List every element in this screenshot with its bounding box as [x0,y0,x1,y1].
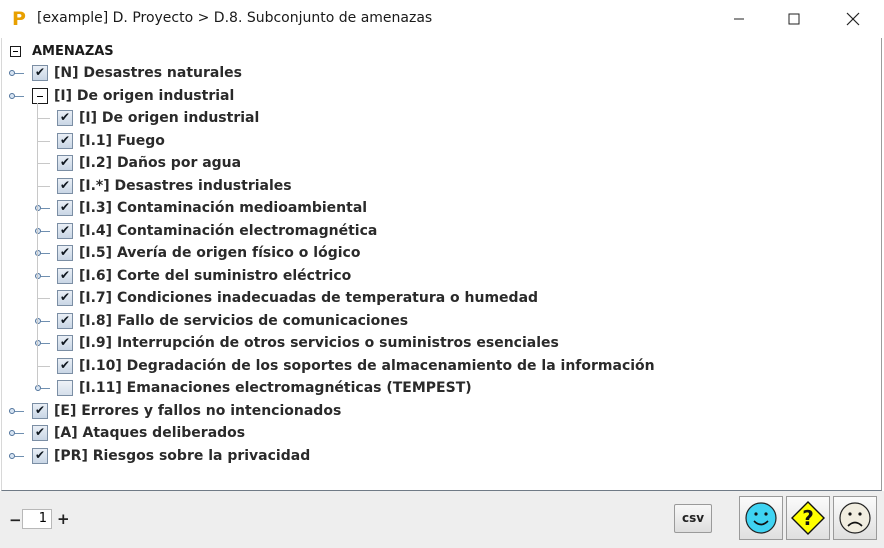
tree-connector [41,343,50,344]
checkbox-checked[interactable] [57,357,73,374]
tree-node-label: [I.5] Avería de origen físico o lógico [79,245,361,261]
tree-child-node[interactable]: [I.8] Fallo de servicios de comunicacion… [35,310,409,332]
minimize-icon [734,18,744,20]
maximize-button[interactable] [771,0,817,38]
close-icon [846,12,860,26]
tree-child-node[interactable]: [I.*] Desastres industriales [37,175,292,197]
tree-child-node[interactable]: [I.11] Emanaciones electromagnéticas (TE… [35,377,472,399]
collapse-icon[interactable] [32,87,48,104]
accept-button[interactable] [739,496,783,540]
checkbox-checked[interactable] [57,222,73,239]
tree-node[interactable]: [E] Errores y fallos no intencionados [9,400,342,422]
tree-child-node[interactable]: [I.6] Corte del suministro eléctrico [35,265,352,287]
checkbox-unchecked[interactable] [57,380,73,396]
tree-child-node[interactable]: [I.2] Daños por agua [37,152,242,174]
app-logo-icon: P [12,8,26,30]
tree-connector [41,320,50,322]
zoom-increase-button[interactable]: + [57,510,70,528]
tree-guide-line [37,103,38,387]
tree-node-label: [PR] Riesgos sobre la privacidad [54,447,311,464]
tree-node[interactable]: [PR] Riesgos sobre la privacidad [9,445,311,467]
tree-node-label: [I.1] Fuego [79,132,165,149]
tree-connector [41,275,50,277]
tree-connector [37,365,50,367]
tree-node-label: [I.3] Contaminación medioambiental [79,200,368,216]
tree-connector [37,140,50,142]
checkbox-checked[interactable] [57,177,73,194]
tree-connector [15,455,24,457]
collapse-root-icon[interactable] [10,45,21,57]
tree-node-label: [I] De origen industrial [54,87,235,104]
help-button[interactable]: ? [786,496,830,540]
tree-node-label: [A] Ataques deliberados [54,425,246,441]
csv-export-button[interactable]: csv [674,504,712,533]
tree-connector [37,298,50,299]
checkbox-checked[interactable] [32,65,48,81]
tree-child-node[interactable]: [I] De origen industrial [37,107,260,129]
tree-connector [15,410,24,412]
tree-connector [37,118,50,119]
tree-node-label: [E] Errores y fallos no intencionados [54,402,342,419]
checkbox-checked[interactable] [57,110,73,126]
tree-node-label: [I.11] Emanaciones electromagnéticas (TE… [79,380,472,396]
tree-child-node[interactable]: [I.9] Interrupción de otros servicios o … [35,332,559,354]
tree-child-node[interactable]: [I.7] Condiciones inadecuadas de tempera… [37,287,539,309]
tree-node-label: [I.4] Contaminación electromagnética [79,222,378,239]
tree-node-label: [I.2] Daños por agua [79,155,242,171]
tree-child-node[interactable]: [I.3] Contaminación medioambiental [35,197,368,219]
checkbox-checked[interactable] [57,132,73,149]
svg-text:?: ? [802,506,814,530]
checkbox-checked[interactable] [57,267,73,284]
tree-root[interactable]: AMENAZAS [10,42,114,60]
tree-node-label: [I.*] Desastres industriales [79,177,292,194]
tree-connector [41,253,50,254]
tree-connector [41,208,50,209]
tree-node[interactable]: [N] Desastres naturales [9,62,242,84]
zoom-level-field[interactable]: 1 [22,509,52,529]
close-button[interactable] [830,0,876,38]
checkbox-checked[interactable] [32,425,48,441]
tree-node-label: [I.8] Fallo de servicios de comunicacion… [79,312,409,329]
tree-connector [15,433,24,434]
tree-node[interactable]: [I] De origen industrial [9,85,235,107]
bottom-toolbar: − 1 + csv ? [0,491,884,548]
tree-child-node[interactable]: [I.5] Avería de origen físico o lógico [35,242,361,264]
cancel-button[interactable] [833,496,877,540]
tree-connector [41,388,50,389]
checkbox-checked[interactable] [32,447,48,464]
tree-child-node[interactable]: [I.10] Degradación de los soportes de al… [37,355,655,377]
tree-child-node[interactable]: [I.1] Fuego [37,130,165,152]
window-title: [example] D. Proyecto > D.8. Subconjunto… [37,10,433,26]
checkbox-checked[interactable] [57,335,73,351]
threat-tree: AMENAZAS [N] Desastres naturales [I] De o… [1,38,882,491]
tree-node-label: [I.9] Interrupción de otros servicios o … [79,335,559,351]
checkbox-checked[interactable] [57,312,73,329]
zoom-decrease-button[interactable]: − [9,511,22,529]
tree-node-label: [I] De origen industrial [79,110,260,126]
question-warning-icon: ? [791,501,825,535]
checkbox-checked[interactable] [57,200,73,216]
tree-node-label: [I.10] Degradación de los soportes de al… [79,357,655,374]
tree-connector [15,95,24,97]
tree-connector [37,185,50,187]
tree-node-label: [I.6] Corte del suministro eléctrico [79,267,352,284]
tree-node-label: [I.7] Condiciones inadecuadas de tempera… [79,290,539,306]
checkbox-checked[interactable] [57,245,73,261]
checkbox-checked[interactable] [57,290,73,306]
tree-connector [41,230,50,232]
tree-node[interactable]: [A] Ataques deliberados [9,422,246,444]
tree-child-node[interactable]: [I.4] Contaminación electromagnética [35,220,378,242]
smiley-sad-icon [839,502,871,534]
smiley-happy-icon [745,502,777,534]
checkbox-checked[interactable] [57,155,73,171]
maximize-icon [788,13,800,25]
tree-node-label: [N] Desastres naturales [54,65,242,81]
title-bar: P [example] D. Proyecto > D.8. Subconjun… [0,0,884,38]
tree-connector [15,73,24,74]
tree-root-label: AMENAZAS [32,43,114,59]
checkbox-checked[interactable] [32,402,48,419]
minimize-button[interactable] [716,0,762,38]
tree-connector [37,163,50,164]
